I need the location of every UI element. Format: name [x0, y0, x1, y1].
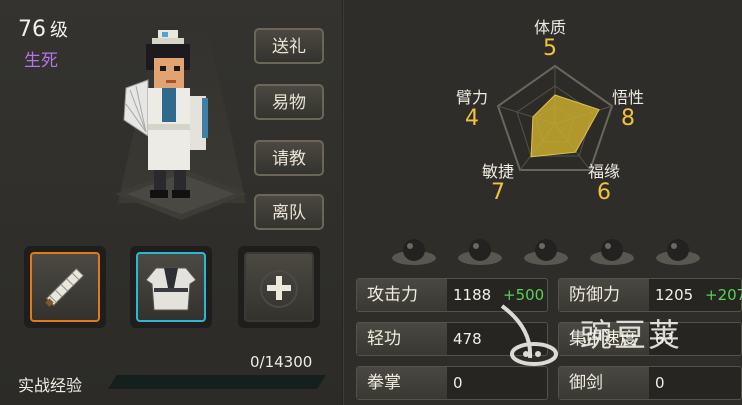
attr-agility-label: 敏捷 [481, 162, 514, 181]
exp-count: 0/14300 [250, 353, 313, 371]
leave-party-button[interactable]: 离队 [254, 194, 324, 230]
character-title: 生死 [24, 51, 58, 71]
learn-button[interactable]: 请教 [254, 140, 324, 176]
attr-agility-value: 7 [491, 180, 505, 205]
stat-sword-label: 御剑 [559, 367, 649, 399]
attr-constitution-value: 5 [543, 36, 557, 61]
meridian-orb-1[interactable] [390, 236, 438, 266]
gift-button[interactable]: 送礼 [254, 28, 324, 64]
attr-constitution-label: 体质 [533, 18, 566, 37]
add-icon [260, 270, 298, 308]
level-number: 76 [18, 17, 46, 42]
stat-sword-value: 0 [655, 374, 665, 392]
stat-fist: 拳掌 0 [356, 366, 548, 400]
stat-sword: 御剑 0 [558, 366, 742, 400]
stat-agility-label: 轻功 [357, 323, 447, 355]
character-level: 76 级 [18, 16, 68, 42]
accessory-slot-frame [244, 252, 314, 322]
watermark-text: 豌豆荚 [580, 316, 683, 354]
watermark: 豌豆荚 [486, 298, 726, 368]
watermark-logo-icon [500, 304, 558, 366]
armor-slot-frame [136, 252, 206, 322]
accessory-slot[interactable] [238, 246, 320, 328]
attr-fortune-value: 6 [597, 180, 611, 205]
meridian-orb-2[interactable] [456, 236, 504, 266]
meridian-orb-4[interactable] [588, 236, 636, 266]
stat-fist-value: 0 [453, 374, 463, 392]
attr-comprehension-value: 8 [621, 106, 635, 131]
armor-slot[interactable] [130, 246, 212, 328]
exp-label: 实战经验 [18, 376, 83, 395]
meridian-orb-3[interactable] [522, 236, 570, 266]
attr-strength-label: 臂力 [455, 88, 488, 107]
attr-fortune-label: 福缘 [587, 162, 620, 181]
character-sprite [123, 30, 208, 198]
robe-icon [145, 267, 197, 311]
weapon-slot[interactable] [24, 246, 106, 328]
exp-bar [108, 375, 326, 389]
stat-attack-label: 攻击力 [357, 279, 447, 311]
trade-button[interactable]: 易物 [254, 84, 324, 120]
level-unit: 级 [50, 20, 68, 41]
weapon-slot-frame [30, 252, 100, 322]
stat-agility-value: 478 [453, 330, 482, 348]
fan-icon [45, 267, 85, 307]
attr-comprehension-label: 悟性 [611, 88, 644, 107]
meridian-orb-5[interactable] [654, 236, 702, 266]
stat-fist-label: 拳掌 [357, 367, 447, 399]
attr-strength-value: 4 [465, 106, 479, 131]
